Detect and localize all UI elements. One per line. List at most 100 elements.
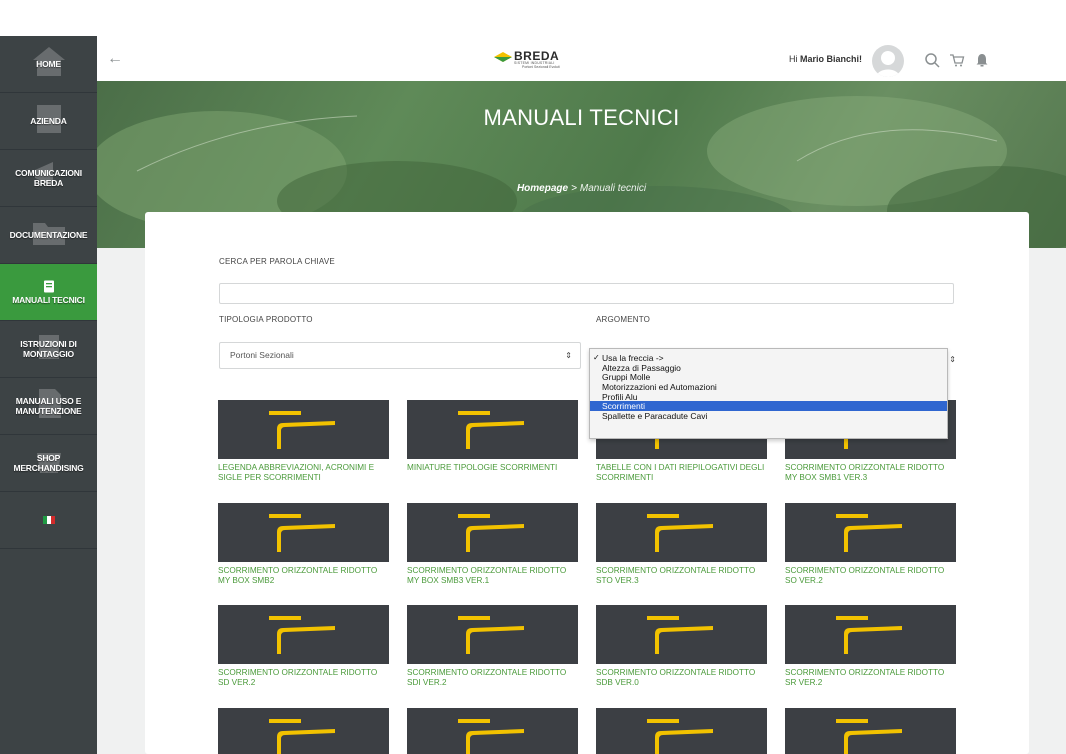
- manual-tile[interactable]: SCORRIMENTO ORIZZONTALE RIDOTTO MY BOX S…: [218, 503, 389, 586]
- manual-tile[interactable]: SCORRIMENTO ORIZZONTALE RIDOTTO SDB VER.…: [596, 605, 767, 688]
- manual-title[interactable]: SCORRIMENTO ORIZZONTALE RIDOTTO SDB VER.…: [596, 668, 767, 688]
- sidebar-item-label: HOME: [36, 59, 61, 69]
- manual-thumbnail: [218, 400, 389, 459]
- sidebar-item-shop[interactable]: SHOP MERCHANDISING: [0, 435, 97, 492]
- bell-icon[interactable]: [973, 51, 991, 69]
- sidebar-item-label: MANUALI USO E MANUTENZIONE: [15, 396, 82, 416]
- profile-rail-icon: [836, 514, 902, 552]
- manual-title[interactable]: MINIATURE TIPOLOGIE SCORRIMENTI: [407, 463, 578, 473]
- sidebar: HOME AZIENDA COMUNICAZIONI BREDA DOCUMEN…: [0, 36, 97, 754]
- manual-title[interactable]: TABELLE CON I DATI RIEPILOGATIVI DEGLI S…: [596, 463, 767, 483]
- manual-thumbnail: [407, 708, 578, 754]
- manual-tile[interactable]: SCORRIMENTO ORIZZONTALE RIDOTTO SR VER.2: [785, 605, 956, 688]
- profile-rail-icon: [269, 616, 335, 654]
- sidebar-item-home[interactable]: HOME: [0, 36, 97, 93]
- manual-thumbnail: [407, 503, 578, 562]
- profile-rail-icon: [836, 719, 902, 754]
- topic-option[interactable]: ✓ Usa la freccia ->: [590, 353, 947, 363]
- breadcrumb: Homepage > Manuali tecnici: [97, 183, 1066, 194]
- manual-thumbnail: [218, 605, 389, 664]
- greeting-prefix: Hi: [789, 54, 798, 64]
- product-type-value: Portoni Sezionali: [230, 350, 294, 360]
- profile-rail-icon: [269, 514, 335, 552]
- search-icon[interactable]: [923, 51, 941, 69]
- sidebar-item-comunicazioni[interactable]: COMUNICAZIONI BREDA: [0, 150, 97, 207]
- product-type-label: TIPOLOGIA PRODOTTO: [219, 315, 313, 324]
- profile-rail-icon: [836, 616, 902, 654]
- profile-rail-icon: [647, 616, 713, 654]
- back-arrow-icon[interactable]: ←: [107, 49, 127, 69]
- sidebar-item-istruzioni-montaggio[interactable]: ISTRUZIONI DI MONTAGGIO: [0, 321, 97, 378]
- manual-thumbnail: [785, 503, 956, 562]
- topic-option[interactable]: Gruppi Molle: [590, 372, 947, 382]
- sidebar-item-label: AZIENDA: [30, 116, 67, 126]
- sidebar-item-manuali-tecnici[interactable]: MANUALI TECNICI: [0, 264, 97, 321]
- manual-tile[interactable]: [596, 708, 767, 754]
- sidebar-item-manuali-uso[interactable]: MANUALI USO E MANUTENZIONE: [0, 378, 97, 435]
- manual-title[interactable]: SCORRIMENTO ORIZZONTALE RIDOTTO STO VER.…: [596, 566, 767, 586]
- manual-thumbnail: [785, 708, 956, 754]
- user-name: Mario Bianchi!: [800, 54, 863, 64]
- manual-thumbnail: [596, 605, 767, 664]
- breadcrumb-separator: >: [571, 183, 577, 194]
- manual-tile[interactable]: MINIATURE TIPOLOGIE SCORRIMENTI: [407, 400, 578, 473]
- search-label: CERCA PER PAROLA CHIAVE: [219, 257, 335, 266]
- select-arrows-icon: ⇕: [949, 355, 956, 364]
- manual-tile[interactable]: SCORRIMENTO ORIZZONTALE RIDOTTO STO VER.…: [596, 503, 767, 586]
- profile-rail-icon: [647, 514, 713, 552]
- avatar[interactable]: [872, 45, 904, 77]
- topic-option[interactable]: Motorizzazioni ed Automazioni: [590, 382, 947, 392]
- manual-tile[interactable]: [785, 708, 956, 754]
- manual-title[interactable]: SCORRIMENTO ORIZZONTALE RIDOTTO MY BOX S…: [785, 463, 956, 483]
- manual-tile[interactable]: SCORRIMENTO ORIZZONTALE RIDOTTO SO VER.2: [785, 503, 956, 586]
- logo-mark-icon: [494, 52, 512, 62]
- manual-title[interactable]: SCORRIMENTO ORIZZONTALE RIDOTTO SR VER.2: [785, 668, 956, 688]
- top-bar: ← BREDA SISTEMI INDUSTRIALI Portoni Sezi…: [97, 36, 1066, 81]
- manual-thumbnail: [407, 605, 578, 664]
- topic-dropdown-list[interactable]: ✓ Usa la freccia -> Altezza di Passaggio …: [589, 348, 956, 439]
- manual-tile[interactable]: LEGENDA ABBREVIAZIONI, ACRONIMI E SIGLE …: [218, 400, 389, 483]
- language-selector[interactable]: [0, 492, 97, 549]
- manual-tile[interactable]: SCORRIMENTO ORIZZONTALE RIDOTTO SD VER.2: [218, 605, 389, 688]
- topic-option-highlighted[interactable]: Scorrimenti: [590, 401, 947, 411]
- product-type-select[interactable]: Portoni Sezionali ⇕: [219, 342, 581, 369]
- user-avatar-icon: [876, 51, 900, 77]
- sidebar-item-documentazione[interactable]: DOCUMENTAZIONE: [0, 207, 97, 264]
- manual-thumbnail: [407, 400, 578, 459]
- profile-rail-icon: [647, 719, 713, 754]
- app-root: HOME AZIENDA COMUNICAZIONI BREDA DOCUMEN…: [0, 0, 1066, 754]
- topic-option[interactable]: Altezza di Passaggio: [590, 363, 947, 373]
- cart-icon[interactable]: [948, 51, 966, 69]
- breda-logo[interactable]: BREDA SISTEMI INDUSTRIALI Portoni Sezion…: [494, 49, 586, 71]
- manual-thumbnail: [596, 708, 767, 754]
- sidebar-item-azienda[interactable]: AZIENDA: [0, 93, 97, 150]
- manual-title[interactable]: SCORRIMENTO ORIZZONTALE RIDOTTO SD VER.2: [218, 668, 389, 688]
- sidebar-item-label: MANUALI TECNICI: [12, 294, 85, 305]
- topic-option[interactable]: Spallette e Paracadute Cavi: [590, 411, 947, 421]
- page-title: MANUALI TECNICI: [483, 105, 680, 130]
- manual-tile[interactable]: SCORRIMENTO ORIZZONTALE RIDOTTO SDI VER.…: [407, 605, 578, 688]
- manual-title[interactable]: SCORRIMENTO ORIZZONTALE RIDOTTO SDI VER.…: [407, 668, 578, 688]
- manual-thumbnail: [218, 503, 389, 562]
- profile-rail-icon: [458, 514, 524, 552]
- sidebar-item-label: ISTRUZIONI DI MONTAGGIO: [20, 339, 77, 359]
- manual-title[interactable]: SCORRIMENTO ORIZZONTALE RIDOTTO SO VER.2: [785, 566, 956, 586]
- checkmark-icon: ✓: [593, 353, 600, 362]
- manual-tile[interactable]: [407, 708, 578, 754]
- user-greeting: Hi Mario Bianchi!: [789, 54, 862, 64]
- breadcrumb-home-link[interactable]: Homepage: [517, 183, 568, 194]
- topic-label: ARGOMENTO: [596, 315, 651, 324]
- manual-thumbnail: [596, 503, 767, 562]
- manual-title[interactable]: SCORRIMENTO ORIZZONTALE RIDOTTO MY BOX S…: [218, 566, 389, 586]
- search-input[interactable]: [219, 283, 954, 304]
- profile-rail-icon: [269, 411, 335, 449]
- topic-option[interactable]: Profili Alu: [590, 392, 947, 402]
- breadcrumb-current: Manuali tecnici: [579, 183, 647, 194]
- manual-thumbnail: [785, 605, 956, 664]
- sidebar-item-label: DOCUMENTAZIONE: [9, 230, 88, 240]
- manual-tile[interactable]: SCORRIMENTO ORIZZONTALE RIDOTTO MY BOX S…: [407, 503, 578, 586]
- manual-title[interactable]: SCORRIMENTO ORIZZONTALE RIDOTTO MY BOX S…: [407, 566, 578, 586]
- profile-rail-icon: [269, 719, 335, 754]
- manual-tile[interactable]: [218, 708, 389, 754]
- manual-title[interactable]: LEGENDA ABBREVIAZIONI, ACRONIMI E SIGLE …: [218, 463, 389, 483]
